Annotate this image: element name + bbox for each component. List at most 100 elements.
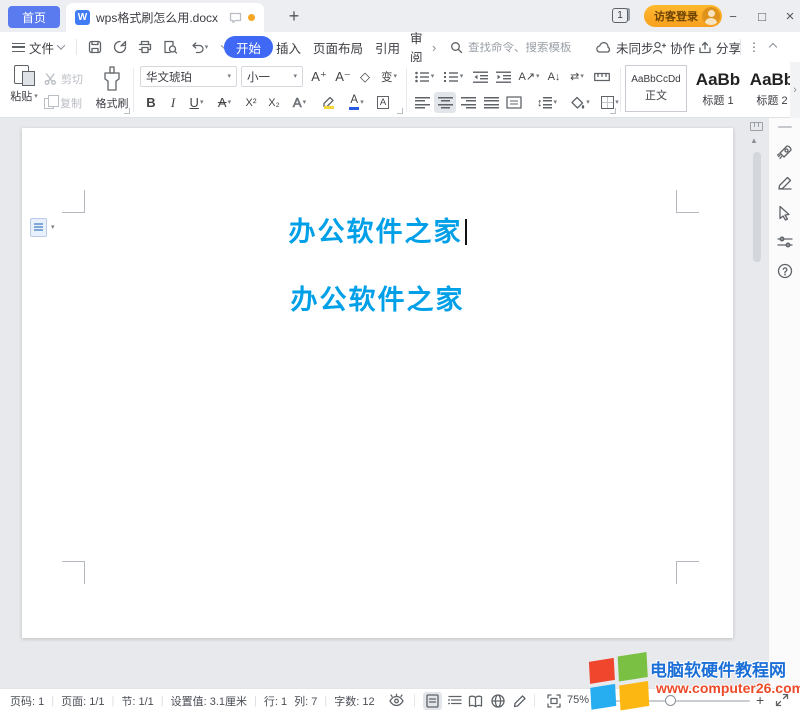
numbered-list-button[interactable]: ▾: [440, 66, 467, 87]
underline-button[interactable]: U▾: [183, 92, 210, 113]
font-size-select[interactable]: 小一▾: [241, 66, 303, 87]
styles-more-button[interactable]: ›: [790, 62, 800, 118]
scroll-up-button[interactable]: ▲: [750, 136, 758, 145]
close-button[interactable]: ×: [779, 6, 800, 26]
ruler-toggle-icon[interactable]: [750, 122, 763, 131]
superscript-button[interactable]: X²: [240, 92, 262, 113]
more-options-button[interactable]: ⋮: [748, 32, 760, 62]
bullet-list-button[interactable]: ▾: [411, 66, 438, 87]
export-pdf-button[interactable]: [109, 36, 131, 58]
clipboard-dialog-launcher[interactable]: [124, 108, 130, 114]
select-cursor-icon[interactable]: [777, 205, 792, 221]
tab-references[interactable]: 引用: [375, 32, 400, 62]
font-dialog-launcher[interactable]: [397, 108, 403, 114]
distribute-button[interactable]: [503, 92, 525, 113]
collaborate-button[interactable]: 协作: [652, 32, 695, 62]
tab-insert[interactable]: 插入: [276, 32, 301, 62]
pinyin-guide-button[interactable]: 变▾: [376, 66, 402, 87]
tab-home[interactable]: 开始: [224, 36, 273, 58]
italic-button[interactable]: I: [162, 92, 184, 113]
undo-button[interactable]: ▾: [184, 36, 214, 58]
paste-button[interactable]: 粘贴▾: [4, 65, 44, 104]
align-right-button[interactable]: [457, 92, 479, 113]
rocket-tools-icon[interactable]: [776, 144, 793, 161]
sync-status[interactable]: 未同步: [596, 32, 654, 62]
copy-button[interactable]: 复制: [44, 95, 82, 111]
minimize-button[interactable]: −: [722, 6, 744, 26]
justify-button[interactable]: [480, 92, 502, 113]
floatie-dropdown-arrow[interactable]: ▾: [51, 224, 55, 231]
status-word-count[interactable]: 字数: 12: [334, 693, 374, 709]
subscript-button[interactable]: X₂: [263, 92, 285, 113]
highlight-color-button[interactable]: [315, 92, 342, 113]
format-painter-button[interactable]: 格式刷: [92, 65, 132, 111]
zoom-slider-knob[interactable]: [665, 695, 676, 706]
bold-button[interactable]: B: [140, 92, 162, 113]
status-page-count[interactable]: 页面: 1/1: [61, 693, 104, 709]
line-spacing-button[interactable]: ↕ ▾: [532, 92, 562, 113]
window-manage-button[interactable]: 1: [612, 8, 628, 23]
zoom-slider[interactable]: [605, 700, 750, 702]
zoom-in-button[interactable]: +: [756, 692, 764, 708]
tab-page-layout[interactable]: 页面布局: [313, 32, 363, 62]
vertical-scrollbar[interactable]: [753, 152, 761, 262]
wrap-marks-button[interactable]: ⇄▾: [564, 66, 590, 87]
style-heading1[interactable]: AaBb 标题 1: [690, 65, 746, 112]
status-setting-value[interactable]: 设置值: 3.1厘米: [171, 693, 247, 709]
cut-button[interactable]: 剪切: [44, 71, 83, 87]
guest-login-button[interactable]: 访客登录: [644, 5, 722, 27]
character-border-button[interactable]: A: [372, 92, 394, 113]
document-tab[interactable]: W wps格式刷怎么用.docx: [66, 3, 264, 32]
ruler-button[interactable]: [591, 66, 613, 87]
align-left-button[interactable]: [411, 92, 433, 113]
status-page-number[interactable]: 页码: 1: [10, 693, 44, 709]
tab-review[interactable]: 审阅: [410, 32, 432, 62]
decrease-indent-button[interactable]: [469, 66, 491, 87]
fullscreen-button[interactable]: [775, 693, 789, 710]
document-page[interactable]: 办公软件之家 办公软件之家: [22, 128, 733, 638]
shading-button[interactable]: ▾: [566, 92, 594, 113]
style-normal[interactable]: AaBbCcDd 正文: [625, 65, 687, 112]
tab-scroll-right-arrow[interactable]: ›: [432, 32, 436, 62]
sidebar-drag-handle[interactable]: [778, 126, 792, 128]
style-heading2[interactable]: AaBb 标题 2: [748, 65, 796, 112]
align-center-button[interactable]: [434, 92, 456, 113]
character-scale-button[interactable]: A↗▾: [515, 66, 543, 87]
command-search[interactable]: [450, 37, 585, 58]
collapse-ribbon-button[interactable]: [770, 32, 776, 62]
home-tab-button[interactable]: 首页: [8, 6, 60, 28]
zoom-level-dropdown[interactable]: 75%▾: [567, 694, 596, 706]
clear-format-button[interactable]: ◇: [354, 66, 376, 87]
maximize-button[interactable]: □: [751, 6, 773, 26]
document-area[interactable]: 办公软件之家 办公软件之家 ▾ ▲: [0, 118, 768, 688]
print-preview-button[interactable]: [159, 36, 181, 58]
eye-protection-button[interactable]: [388, 693, 405, 711]
undo-dropdown-arrow[interactable]: ▾: [205, 44, 209, 51]
view-edit-button[interactable]: [510, 692, 529, 710]
document-text-line1[interactable]: 办公软件之家: [22, 210, 733, 249]
settings-sliders-icon[interactable]: [777, 235, 793, 249]
paragraph-dialog-launcher[interactable]: [610, 108, 616, 114]
print-button[interactable]: [134, 36, 156, 58]
text-effects-button[interactable]: A▾: [286, 92, 313, 113]
search-input[interactable]: [468, 42, 580, 54]
new-tab-button[interactable]: +: [282, 4, 306, 28]
share-button[interactable]: 分享: [698, 32, 741, 62]
view-outline-button[interactable]: [445, 692, 464, 710]
help-icon[interactable]: [777, 263, 793, 279]
save-button[interactable]: [84, 36, 106, 58]
view-read-button[interactable]: [466, 692, 485, 710]
fit-page-button[interactable]: [544, 692, 563, 710]
view-page-button[interactable]: [423, 692, 442, 710]
increase-font-button[interactable]: A⁺: [308, 66, 330, 87]
file-menu[interactable]: 文件: [12, 32, 64, 62]
text-direction-button[interactable]: A↓: [543, 66, 565, 87]
document-text-line2[interactable]: 办公软件之家: [22, 278, 733, 317]
status-section[interactable]: 节: 1/1: [121, 693, 153, 709]
comment-bubble-icon[interactable]: [229, 12, 242, 24]
strikethrough-button[interactable]: A▾: [211, 92, 238, 113]
font-name-select[interactable]: 华文琥珀▾: [140, 66, 237, 87]
increase-indent-button[interactable]: [492, 66, 514, 87]
view-web-button[interactable]: [488, 692, 507, 710]
decrease-font-button[interactable]: A⁻: [332, 66, 354, 87]
